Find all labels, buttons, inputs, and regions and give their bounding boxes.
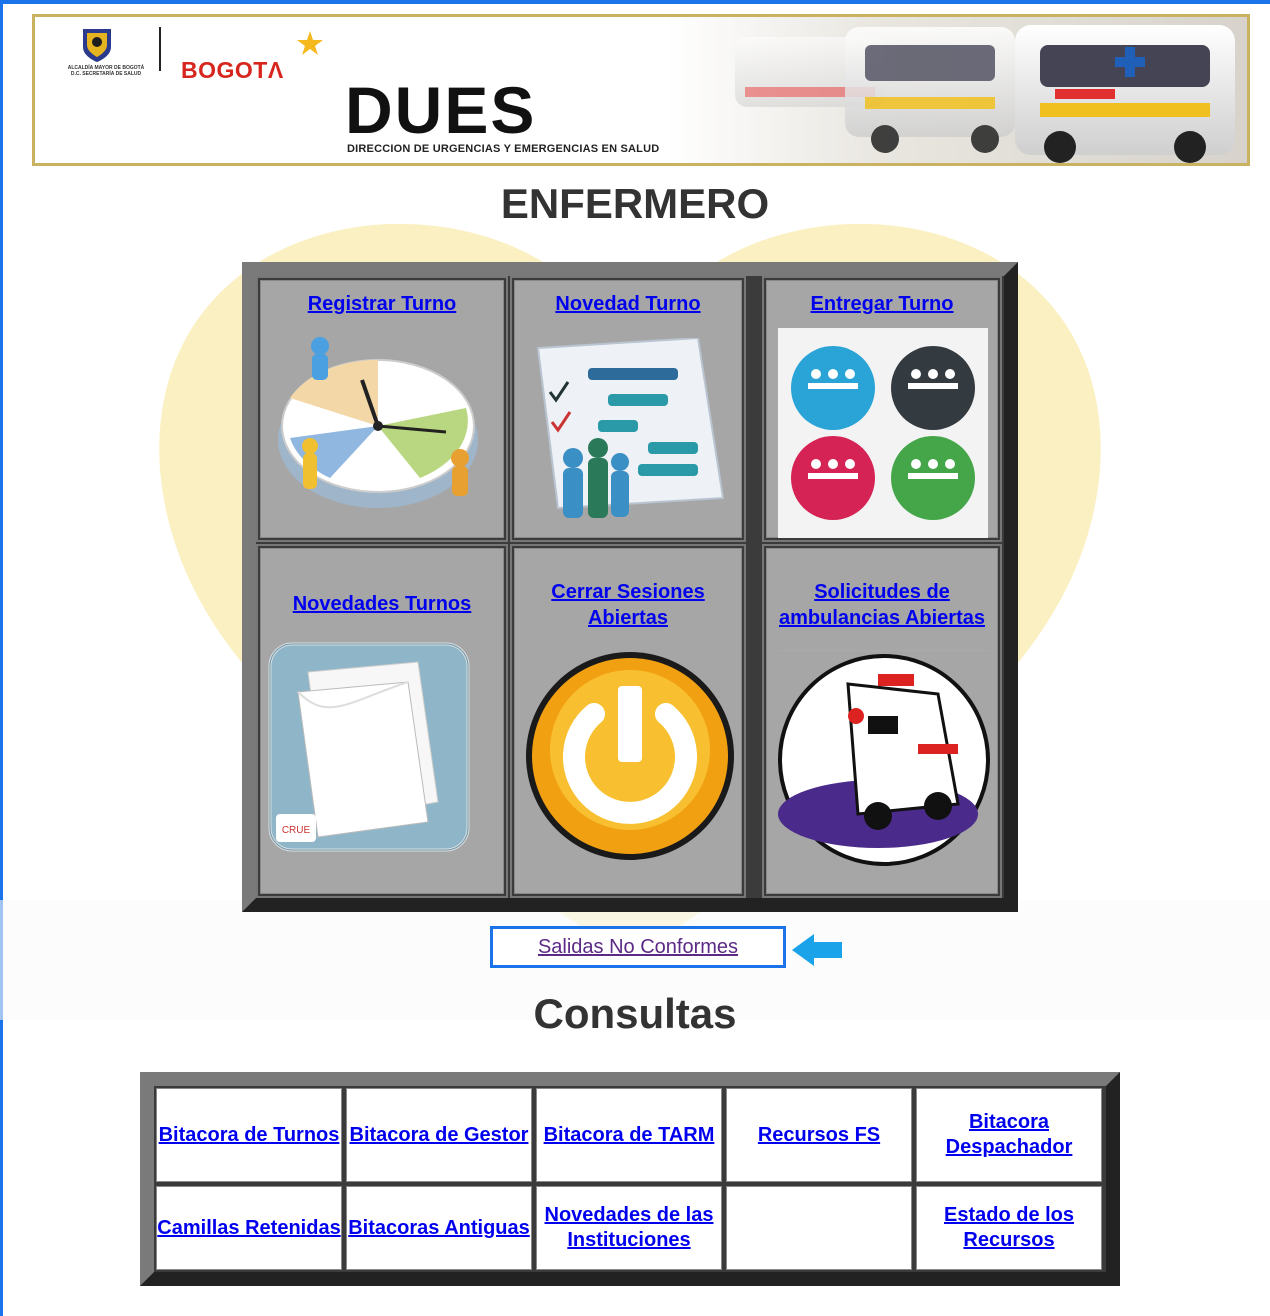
- star-icon: [297, 31, 323, 55]
- consulta-cell: Bitacora de Gestor: [346, 1088, 532, 1182]
- dues-subtitle: DIRECCION DE URGENCIAS Y EMERGENCIAS EN …: [347, 143, 660, 155]
- entregar-turno-link[interactable]: Entregar Turno: [811, 293, 954, 315]
- power-icon[interactable]: [524, 650, 736, 862]
- main-options-grid: Registrar Turno Novedad Turno Entregar T…: [242, 262, 1018, 912]
- estado-recursos-link[interactable]: Estado de los Recursos: [917, 1203, 1101, 1253]
- bitacora-gestor-link[interactable]: Bitacora de Gestor: [350, 1123, 529, 1148]
- divider: [778, 650, 990, 651]
- option-cell-registrar-turno: Registrar Turno: [256, 276, 508, 542]
- option-cell-entregar-turno: Entregar Turno: [762, 276, 1002, 542]
- consulta-cell: Bitacora Despachador: [916, 1088, 1102, 1182]
- ambulance-vans-image: [735, 25, 1235, 163]
- banner-divider: [159, 27, 161, 71]
- page-title: ENFERMERO: [500, 180, 770, 227]
- team-arrows-icon[interactable]: [778, 328, 988, 538]
- consulta-cell: Bitacoras Antiguas: [346, 1186, 532, 1270]
- consulta-cell: Estado de los Recursos: [916, 1186, 1102, 1270]
- bitacora-tarm-link[interactable]: Bitacora de TARM: [544, 1123, 715, 1148]
- arrow-left-icon: [792, 934, 842, 966]
- cerrar-sesiones-link[interactable]: Cerrar Sesiones Abiertas: [551, 581, 704, 629]
- salidas-no-conformes-link[interactable]: Salidas No Conformes: [538, 936, 738, 958]
- bitacora-turnos-link[interactable]: Bitacora de Turnos: [159, 1123, 340, 1148]
- bogota-logo: BOGOTΛ: [181, 57, 284, 83]
- consulta-cell: Bitacora de Turnos: [156, 1088, 342, 1182]
- novedades-turnos-link[interactable]: Novedades Turnos: [293, 593, 472, 615]
- dues-title: DUES: [345, 73, 537, 147]
- papers-icon[interactable]: CRUE: [268, 642, 470, 852]
- novedades-instituciones-link[interactable]: Novedades de las Instituciones: [537, 1203, 721, 1253]
- gantt-chart-icon[interactable]: [528, 338, 728, 528]
- clock-team-icon[interactable]: [270, 328, 484, 514]
- consultas-grid: Bitacora de Turnos Bitacora de Gestor Bi…: [140, 1072, 1120, 1286]
- registrar-turno-link[interactable]: Registrar Turno: [308, 293, 457, 315]
- option-cell-solicitudes-ambulancias: Solicitudes de ambulancias Abiertas: [762, 544, 1002, 898]
- consulta-cell: Recursos FS: [726, 1088, 912, 1182]
- bogota-crest-icon: [83, 29, 111, 62]
- crue-logo: CRUE: [282, 825, 311, 836]
- option-cell-cerrar-sesiones: Cerrar Sesiones Abiertas: [510, 544, 746, 898]
- novedad-turno-link[interactable]: Novedad Turno: [555, 293, 700, 315]
- dues-banner: ALCALDÍA MAYOR DE BOGOTÁ D.C. SECRETARÍA…: [32, 14, 1250, 166]
- bitacoras-antiguas-link[interactable]: Bitacoras Antiguas: [348, 1216, 530, 1241]
- consultas-title: Consultas: [533, 990, 737, 1037]
- crest-caption: ALCALDÍA MAYOR DE BOGOTÁ D.C. SECRETARÍA…: [67, 65, 145, 77]
- camillas-retenidas-link[interactable]: Camillas Retenidas: [157, 1216, 340, 1241]
- option-cell-novedades-turnos: Novedades Turnos CRUE: [256, 544, 508, 898]
- consulta-cell-empty: [726, 1186, 912, 1270]
- salidas-no-conformes-box: Salidas No Conformes: [490, 926, 786, 968]
- option-cell-novedad-turno: Novedad Turno: [510, 276, 746, 542]
- bitacora-despachador-link[interactable]: Bitacora Despachador: [917, 1110, 1101, 1160]
- solicitudes-ambulancias-link[interactable]: Solicitudes de ambulancias Abiertas: [779, 581, 985, 629]
- consulta-cell: Novedades de las Instituciones: [536, 1186, 722, 1270]
- ambulance-icon[interactable]: [778, 654, 990, 866]
- consulta-cell: Camillas Retenidas: [156, 1186, 342, 1270]
- recursos-fs-link[interactable]: Recursos FS: [758, 1123, 880, 1148]
- consulta-cell: Bitacora de TARM: [536, 1088, 722, 1182]
